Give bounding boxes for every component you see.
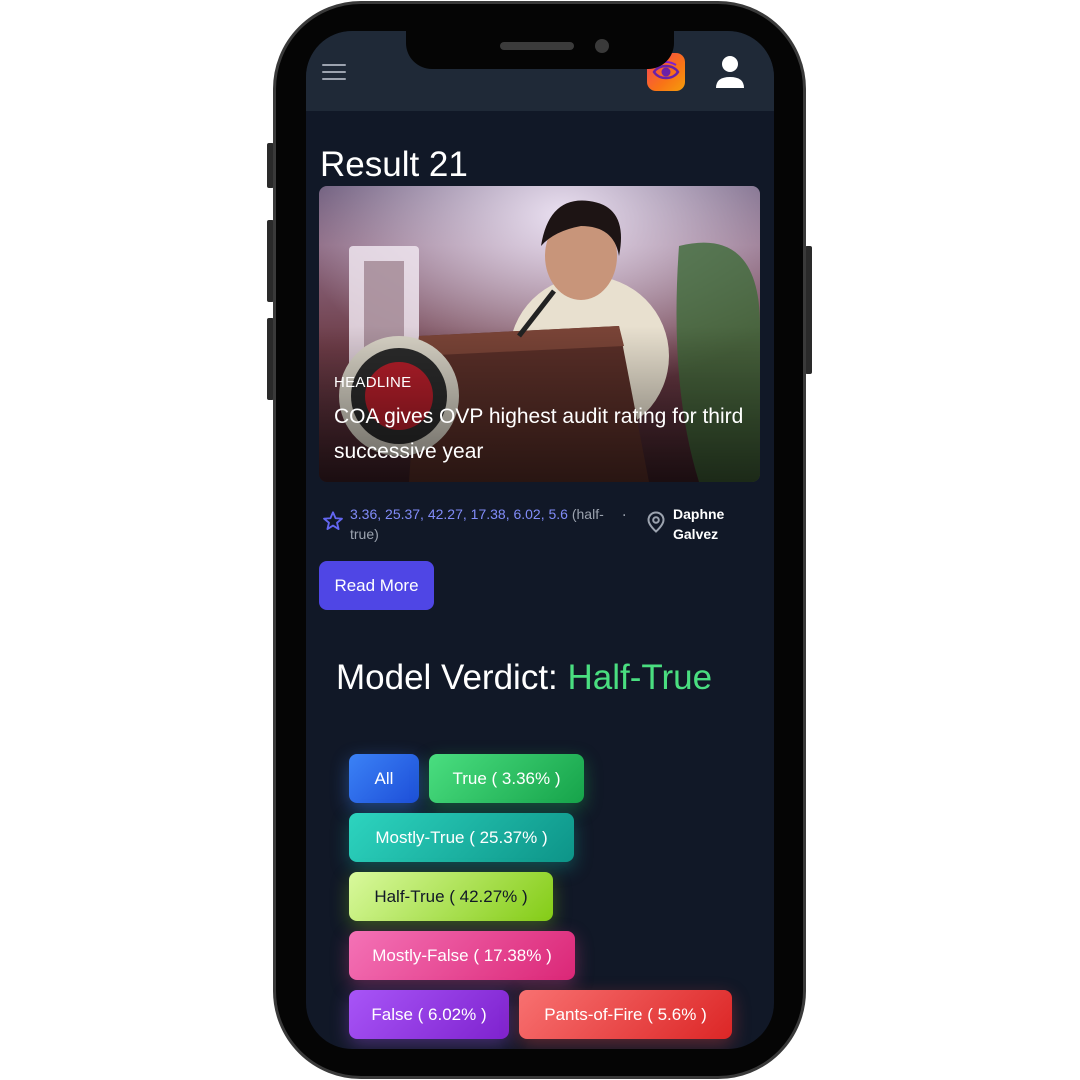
filter-true-button[interactable]: True ( 3.36% ) [429,754,584,803]
read-more-button[interactable]: Read More [319,561,434,610]
article-tag: HEADLINE [334,374,412,391]
filter-mostly-true-button[interactable]: Mostly-True ( 25.37% ) [349,813,574,862]
location-pin-icon [647,511,665,533]
meta-separator: · [622,508,627,524]
phone-screen: Result 21 HEADLINE COA gives OVP highest… [306,31,774,1049]
filter-all-button[interactable]: All [349,754,419,803]
filter-false-button[interactable]: False ( 6.02% ) [349,990,509,1039]
user-profile-icon[interactable] [714,53,746,91]
article-author: Daphne Galvez [673,506,725,542]
phone-power-button [805,246,812,374]
page-title: Result 21 [320,145,468,184]
filter-mostly-false-button[interactable]: Mostly-False ( 17.38% ) [349,931,575,980]
article-meta: 3.36, 25.37, 42.27, 17.38, 6.02, 5.6 (ha… [322,504,762,544]
phone-speaker [500,42,574,50]
model-verdict: Model Verdict: Half-True [336,658,712,698]
score-breakdown: 3.36, 25.37, 42.27, 17.38, 6.02, 5.6 (ha… [350,504,620,544]
article-headline[interactable]: COA gives OVP highest audit rating for t… [334,399,744,469]
phone-camera [595,39,609,53]
filter-pants-on-fire-button[interactable]: Pants-of-Fire ( 5.6% ) [519,990,732,1039]
phone-notch [406,31,674,69]
hamburger-menu-icon[interactable] [322,64,346,82]
article-hero-card[interactable]: HEADLINE COA gives OVP highest audit rat… [319,186,760,482]
verdict-value: Half-True [567,658,713,697]
score-values: 3.36, 25.37, 42.27, 17.38, 6.02, 5.6 [350,506,568,522]
verdict-prefix: Model Verdict: [336,658,558,697]
star-icon [323,511,343,530]
filter-half-true-button[interactable]: Half-True ( 42.27% ) [349,872,553,921]
